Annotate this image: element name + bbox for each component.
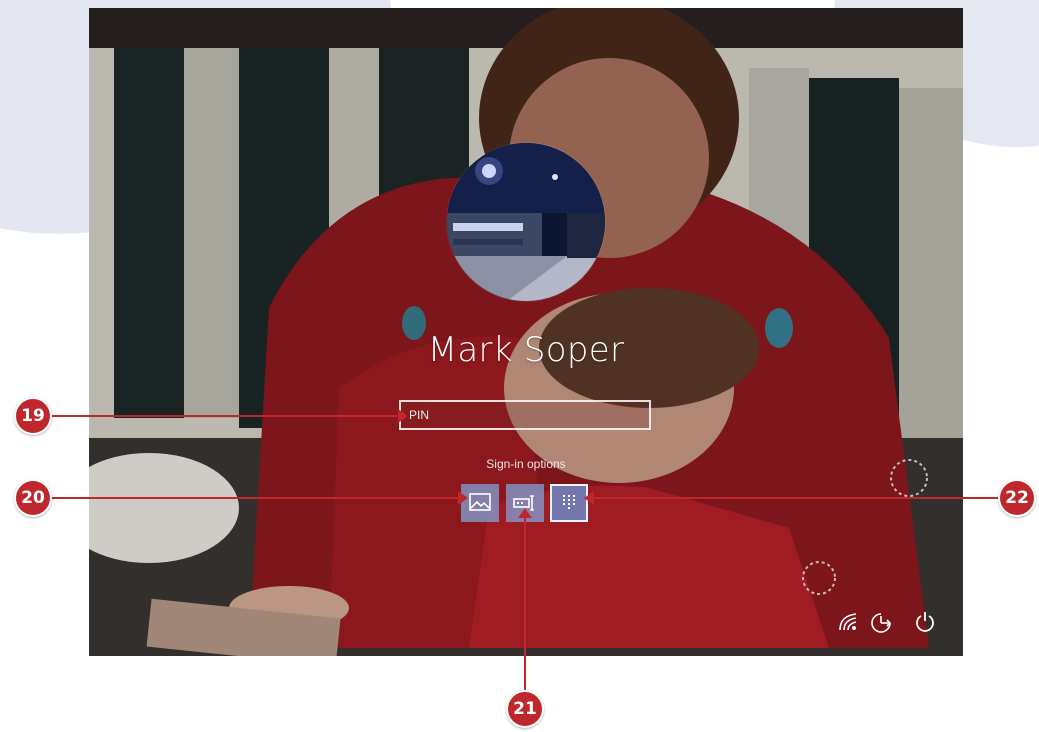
callout-22-arrowhead: [584, 491, 594, 505]
callout-badge-21: 21: [506, 690, 544, 728]
callout-arrowheads: [398, 409, 594, 518]
callout-19-arrowhead: [398, 409, 408, 423]
callout-badge-22: 22: [998, 479, 1036, 517]
callout-badge-20: 20: [14, 479, 52, 517]
callout-20-arrowhead: [458, 491, 468, 505]
callout-badge-19: 19: [14, 397, 52, 435]
callout-21-arrowhead: [518, 508, 532, 518]
